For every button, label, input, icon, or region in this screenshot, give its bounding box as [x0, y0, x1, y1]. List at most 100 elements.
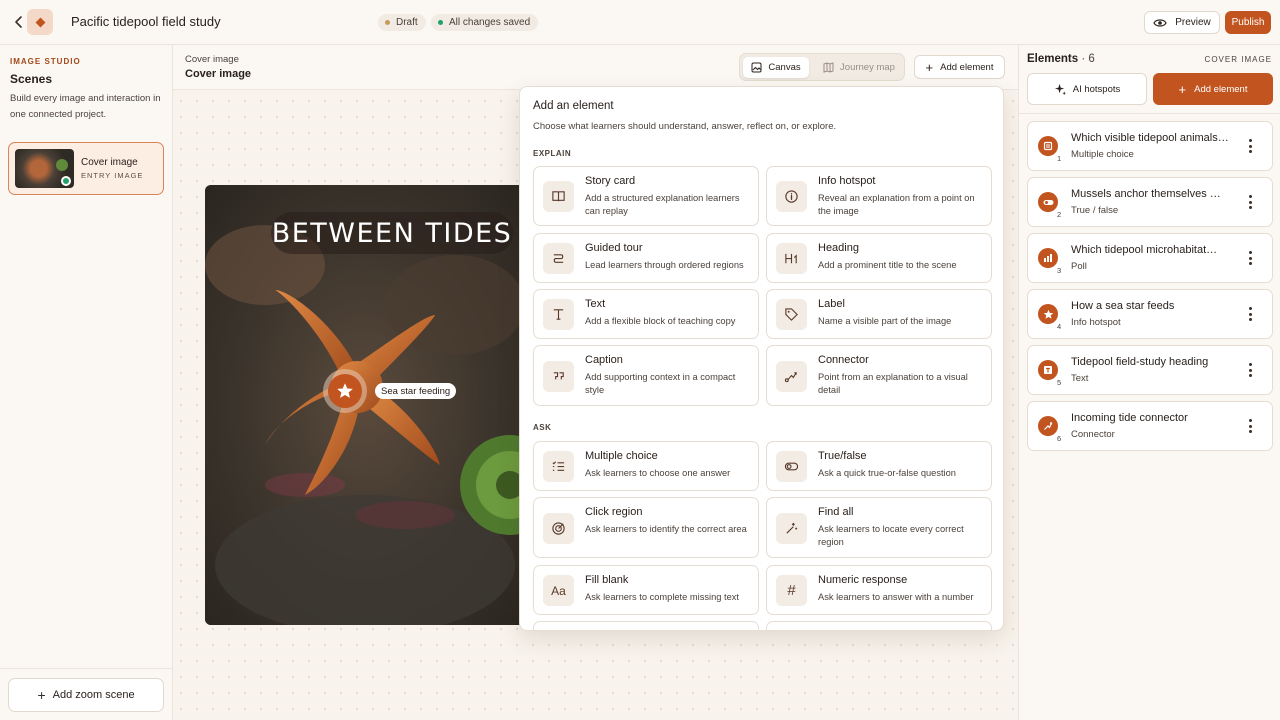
element-item[interactable]: 2 Mussels anchor themselves … True / fal… [1027, 177, 1273, 227]
more-vertical-icon[interactable] [1248, 307, 1252, 321]
image-title-banner[interactable]: BETWEEN TIDES [271, 212, 513, 254]
breadcrumb: Cover image [185, 54, 239, 65]
studio-label: IMAGE STUDIO [10, 57, 81, 66]
option-heading[interactable]: Heading Add a prominent title to the sce… [766, 233, 992, 283]
more-vertical-icon[interactable] [1248, 195, 1252, 209]
more-vertical-icon[interactable] [1248, 363, 1252, 377]
option-description: Add supporting context in a compact styl… [585, 372, 736, 395]
option-story-card[interactable]: Story card Add a structured explanation … [533, 166, 759, 226]
add-element-label: Add element [1194, 83, 1248, 95]
canvas-view-tab[interactable]: Canvas [743, 57, 809, 78]
saved-dot-icon [438, 20, 443, 25]
option-label[interactable]: Label Name a visible part of the image [766, 289, 992, 339]
publish-button[interactable]: Publish [1225, 11, 1271, 34]
elements-context-label: COVER IMAGE [1204, 55, 1272, 64]
journey-map-label: Journey map [840, 62, 895, 73]
element-type: Text [1071, 373, 1089, 384]
option-title: Numeric response [818, 574, 908, 586]
element-title: Mussels anchor themselves … [1071, 188, 1221, 200]
scene-subtitle: ENTRY IMAGE [81, 171, 144, 180]
hotspot-label: Sea star feeding [375, 383, 457, 399]
add-zoom-scene-button[interactable]: + Add zoom scene [8, 678, 164, 712]
option-click-region[interactable]: Click region Ask learners to identify th… [533, 497, 759, 558]
target-icon [543, 513, 574, 544]
bar-chart-icon [1038, 248, 1058, 268]
option-title: True/false [818, 450, 867, 462]
eye-icon [1153, 18, 1167, 27]
top-bar: Pacific tidepool field study Draft All c… [0, 0, 1280, 45]
option-multiple-choice[interactable]: Multiple choice Ask learners to choose o… [533, 441, 759, 491]
ai-hotspots-button[interactable]: AI hotspots [1027, 73, 1147, 105]
sparkle-icon [1054, 83, 1066, 95]
preview-button[interactable]: Preview [1144, 11, 1220, 34]
option-text[interactable]: Text Add a flexible block of teaching co… [533, 289, 759, 339]
option-partial[interactable] [766, 621, 992, 630]
option-true-false[interactable]: True/false Ask a quick true-or-false que… [766, 441, 992, 491]
option-description: Ask learners to choose one answer [585, 468, 731, 478]
element-number: 4 [1057, 322, 1062, 331]
project-logo-icon [27, 9, 53, 35]
view-toggle: Canvas Journey map [739, 53, 905, 81]
element-item[interactable]: 4 How a sea star feeds Info hotspot [1027, 289, 1273, 339]
element-item[interactable]: 3 Which tidepool microhabitat… Poll [1027, 233, 1273, 283]
toggle-icon [776, 451, 807, 482]
option-description: Ask learners to locate every correct reg… [818, 524, 964, 547]
option-description: Ask learners to answer with a number [818, 592, 974, 602]
more-vertical-icon[interactable] [1248, 139, 1252, 153]
option-description: Lead learners through ordered regions [585, 260, 744, 270]
project-title: Pacific tidepool field study [71, 14, 221, 29]
elements-title: Elements · 6 [1027, 53, 1095, 65]
star-icon [1038, 304, 1058, 324]
option-caption[interactable]: Caption Add supporting context in a comp… [533, 345, 759, 406]
toggle-icon [1038, 192, 1058, 212]
element-item[interactable]: 5 Tidepool field-study heading Text [1027, 345, 1273, 395]
element-item[interactable]: 6 Incoming tide connector Connector [1027, 401, 1273, 451]
sidebar-footer: + Add zoom scene [0, 668, 172, 720]
option-description: Point from an explanation to a visual de… [818, 372, 968, 395]
draft-dot-icon [385, 20, 390, 25]
option-find-all[interactable]: Find all Ask learners to locate every co… [766, 497, 992, 558]
element-item[interactable]: 1 Which visible tidepool animals… Multip… [1027, 121, 1273, 171]
more-vertical-icon[interactable] [1248, 251, 1252, 265]
option-guided-tour[interactable]: Guided tour Lead learners through ordere… [533, 233, 759, 283]
canvas-add-element-button[interactable]: + Add element [914, 55, 1005, 79]
option-partial[interactable] [533, 621, 759, 630]
element-title: Which visible tidepool animals… [1071, 132, 1229, 144]
text-icon [1038, 360, 1058, 380]
scenes-sidebar: IMAGE STUDIO Scenes Build every image an… [0, 45, 173, 720]
canvas-add-element-label: Add element [940, 61, 994, 73]
element-type: Multiple choice [1071, 149, 1134, 160]
option-fill-blank[interactable]: Aa Fill blank Ask learners to complete m… [533, 565, 759, 615]
saved-label: All changes saved [449, 17, 531, 28]
element-type: True / false [1071, 205, 1119, 216]
add-element-button[interactable]: + Add element [1153, 73, 1273, 105]
option-description: Add a structured explanation learners ca… [585, 193, 740, 216]
journey-map-tab[interactable]: Journey map [816, 57, 902, 78]
option-info-hotspot[interactable]: Info hotspot Reveal an explanation from … [766, 166, 992, 226]
scene-card-cover-image[interactable]: Cover image ENTRY IMAGE [8, 142, 164, 195]
back-chevron-icon[interactable] [10, 13, 28, 31]
tag-icon [776, 299, 807, 330]
option-description: Reveal an explanation from a point on th… [818, 193, 975, 216]
scene-image[interactable]: BETWEEN TIDES Sea star feeding [205, 185, 525, 625]
more-vertical-icon[interactable] [1248, 419, 1252, 433]
option-description: Add a flexible block of teaching copy [585, 316, 736, 326]
scene-name: Cover image [81, 157, 138, 168]
map-icon [823, 62, 834, 73]
hash-icon: # [776, 575, 807, 606]
popover-title: Add an element [533, 100, 614, 112]
option-title: Find all [818, 506, 854, 518]
element-type: Poll [1071, 261, 1087, 272]
option-title: Label [818, 298, 845, 310]
section-ask-heading: ASK [533, 423, 552, 432]
option-numeric-response[interactable]: # Numeric response Ask learners to answe… [766, 565, 992, 615]
add-zoom-label: Add zoom scene [52, 689, 135, 701]
sea-star-hotspot[interactable] [323, 369, 367, 413]
element-type: Info hotspot [1071, 317, 1121, 328]
option-title: Caption [585, 354, 623, 366]
option-description: Add a prominent title to the scene [818, 260, 957, 270]
option-connector[interactable]: Connector Point from an explanation to a… [766, 345, 992, 406]
draft-status-badge: Draft [378, 14, 426, 31]
list-check-icon [543, 451, 574, 482]
star-icon [328, 374, 362, 408]
